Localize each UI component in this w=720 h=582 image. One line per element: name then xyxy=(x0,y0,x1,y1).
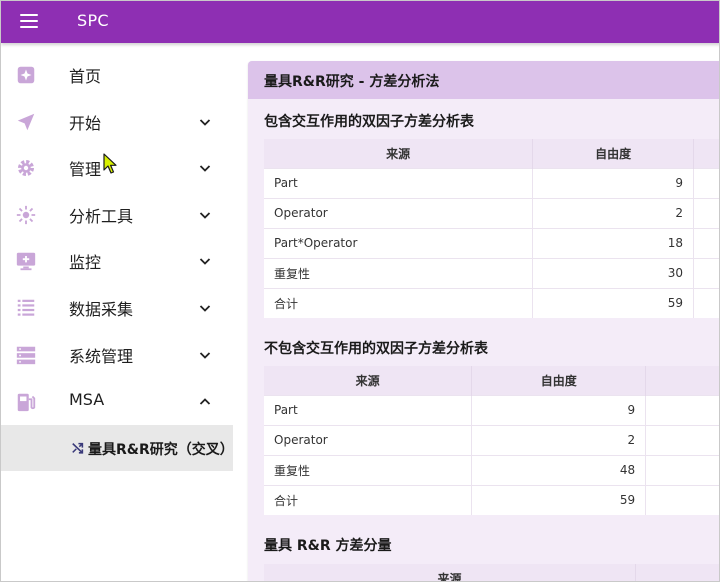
column-header-df: 自由度 xyxy=(532,139,695,168)
column-header-next xyxy=(635,564,719,581)
cell-df: 30 xyxy=(532,257,695,288)
monitor-icon xyxy=(15,250,37,272)
chevron-down-icon[interactable] xyxy=(197,160,213,176)
home-sparkle-icon xyxy=(15,64,37,86)
chevron-down-icon[interactable] xyxy=(197,253,213,269)
table-row: Part*Operator 18 xyxy=(264,227,719,258)
chevron-down-icon[interactable] xyxy=(197,207,213,223)
card-header: 量具R&R研究 - 方差分析法 xyxy=(248,61,719,99)
mouse-cursor-icon xyxy=(103,153,117,174)
sidebar-item-start[interactable]: 开始 xyxy=(1,98,233,144)
sidebar-item-analysis-tools[interactable]: 分析工具 xyxy=(1,191,233,237)
cell-next xyxy=(693,167,719,198)
cell-df: 59 xyxy=(532,287,695,318)
sun-icon xyxy=(15,204,37,226)
cell-next xyxy=(645,484,719,515)
chevron-down-icon[interactable] xyxy=(197,114,213,130)
gear-icon xyxy=(15,157,37,179)
cell-df: 9 xyxy=(471,394,647,425)
hamburger-menu-icon[interactable] xyxy=(18,11,40,31)
chevron-down-icon[interactable] xyxy=(197,347,213,363)
cell-df: 2 xyxy=(471,424,647,455)
column-header-source: 来源 xyxy=(264,564,637,581)
cell-source: 合计 xyxy=(264,484,473,515)
server-icon xyxy=(15,344,37,366)
cell-source: 重复性 xyxy=(264,454,473,485)
table-row: 重复性 48 xyxy=(264,454,719,485)
chevron-down-icon[interactable] xyxy=(197,300,213,316)
chevron-up-icon[interactable] xyxy=(197,394,213,410)
cell-next xyxy=(693,197,719,228)
sidebar: 首页 开始 管理 分析工具 监控 数据采集 系统管理 MSA 量具R&R研究（交… xyxy=(1,43,234,581)
section-title-anova-with-interaction: 包含交互作用的双因子方差分析表 xyxy=(264,114,474,130)
send-icon xyxy=(15,111,37,133)
cell-source: Operator xyxy=(264,424,473,455)
app-window: SPC 首页 开始 管理 分析工具 监控 数据采集 系统管理 MSA 量具R&R… xyxy=(0,0,720,582)
top-app-bar: SPC xyxy=(1,1,719,43)
sidebar-subitem-gauge-rr-crossed[interactable]: 量具R&R研究（交叉） xyxy=(1,425,234,471)
main-content: 量具R&R研究 - 方差分析法 包含交互作用的双因子方差分析表 来源 自由度 P… xyxy=(233,43,719,581)
shuffle-icon xyxy=(71,441,85,455)
sidebar-item-home[interactable]: 首页 xyxy=(1,51,233,97)
app-title: SPC xyxy=(77,11,109,30)
variance-components-table: 来源 xyxy=(264,564,719,581)
cell-df: 9 xyxy=(532,167,695,198)
anova-table-with-interaction: 来源 自由度 Part 9 Operator 2 Part*Operator 1… xyxy=(264,139,719,318)
sidebar-item-label: 首页 xyxy=(69,67,102,86)
checklist-icon xyxy=(15,297,37,319)
cell-df: 59 xyxy=(471,484,647,515)
sidebar-item-label: MSA xyxy=(69,390,105,409)
sidebar-item-system-management[interactable]: 系统管理 xyxy=(1,331,233,377)
cell-next xyxy=(693,227,719,258)
column-header-source: 来源 xyxy=(264,366,473,395)
cell-source: 重复性 xyxy=(264,257,534,288)
sidebar-item-data-collection[interactable]: 数据采集 xyxy=(1,284,233,330)
table-row: 合计 59 xyxy=(264,287,719,318)
cell-source: Part xyxy=(264,394,473,425)
column-header-next xyxy=(693,139,719,168)
table-row: Operator 2 xyxy=(264,424,719,455)
table-row: 重复性 30 xyxy=(264,257,719,288)
cell-source: Part*Operator xyxy=(264,227,534,258)
sidebar-item-label: 监控 xyxy=(69,253,102,272)
cell-source: 合计 xyxy=(264,287,534,318)
cell-next xyxy=(693,287,719,318)
sidebar-item-label: 开始 xyxy=(69,114,102,133)
fuel-icon xyxy=(15,391,37,413)
gauge-rr-card: 量具R&R研究 - 方差分析法 包含交互作用的双因子方差分析表 来源 自由度 P… xyxy=(248,61,719,581)
cell-df: 48 xyxy=(471,454,647,485)
section-title-gauge-rr-variance-components: 量具 R&R 方差分量 xyxy=(264,538,392,554)
sidebar-item-label: 管理 xyxy=(69,160,102,179)
sidebar-item-monitor[interactable]: 监控 xyxy=(1,237,233,283)
column-header-source: 来源 xyxy=(264,139,534,168)
column-header-next xyxy=(645,366,719,395)
section-title-anova-without-interaction: 不包含交互作用的双因子方差分析表 xyxy=(264,341,488,357)
anova-table-without-interaction: 来源 自由度 Part 9 Operator 2 重复性 48 合计 59 xyxy=(264,366,719,515)
cell-next xyxy=(645,424,719,455)
cell-next xyxy=(645,454,719,485)
sidebar-item-label: 分析工具 xyxy=(69,207,134,226)
sidebar-item-label: 系统管理 xyxy=(69,347,134,366)
column-header-df: 自由度 xyxy=(471,366,647,395)
cell-df: 18 xyxy=(532,227,695,258)
table-row: Part 9 xyxy=(264,167,719,198)
cell-source: Operator xyxy=(264,197,534,228)
sidebar-subitem-label: 量具R&R研究（交叉） xyxy=(88,442,234,458)
cell-next xyxy=(645,394,719,425)
table-row: 合计 59 xyxy=(264,484,719,515)
card-title: 量具R&R研究 - 方差分析法 xyxy=(264,74,440,90)
table-row: Part 9 xyxy=(264,394,719,425)
cell-next xyxy=(693,257,719,288)
cell-source: Part xyxy=(264,167,534,198)
table-row: Operator 2 xyxy=(264,197,719,228)
cell-df: 2 xyxy=(532,197,695,228)
sidebar-item-msa[interactable]: MSA xyxy=(1,378,233,424)
sidebar-item-label: 数据采集 xyxy=(69,300,134,319)
